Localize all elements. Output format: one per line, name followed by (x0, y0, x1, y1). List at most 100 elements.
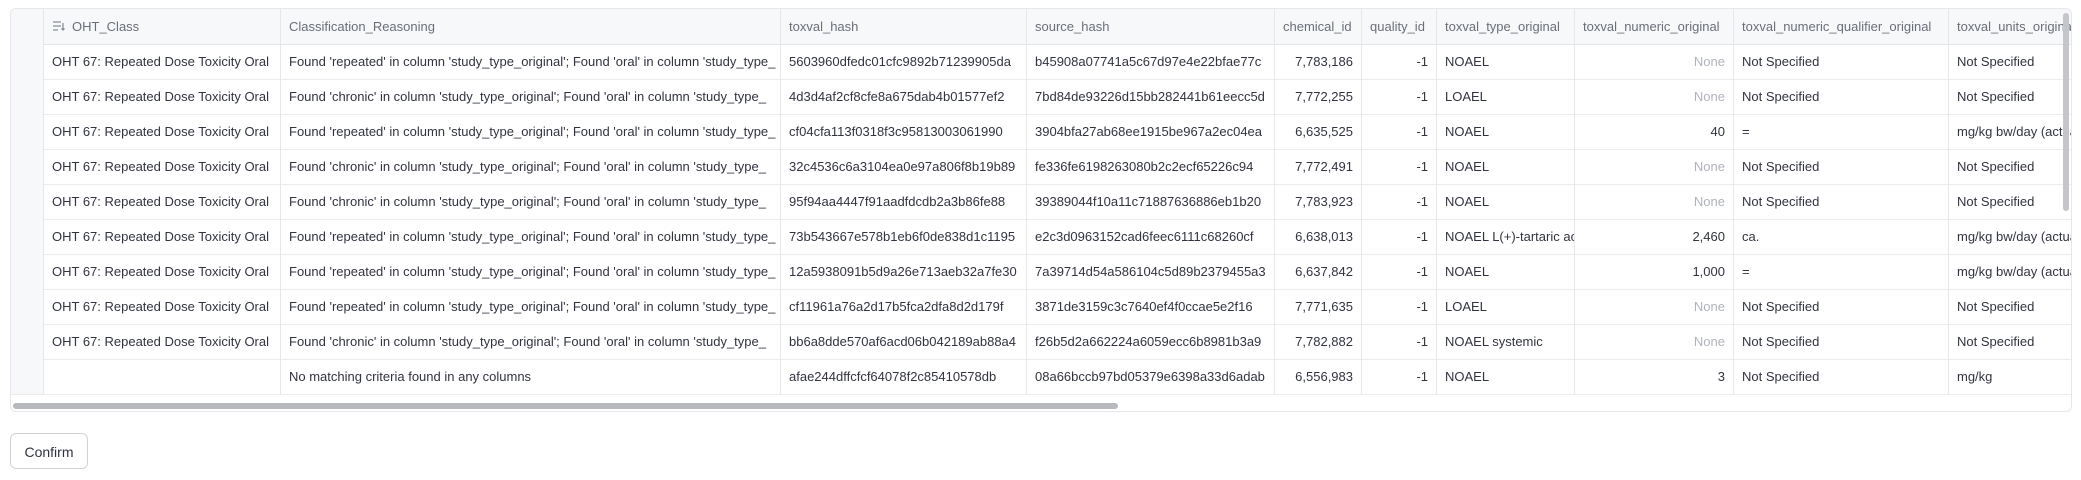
cell-chemical-id[interactable]: 7,782,882 (1275, 324, 1362, 359)
cell-toxval-hash[interactable]: 32c4536c6a3104ea0e97a806f8b19b89 (781, 149, 1027, 184)
cell-source-hash[interactable]: fe336fe6198263080b2c2ecf65226c94 (1027, 149, 1275, 184)
cell-toxval-type-original[interactable]: LOAEL (1437, 79, 1575, 114)
cell-quality-id[interactable]: -1 (1362, 114, 1437, 149)
cell-toxval-numeric-qualifier-original[interactable]: Not Specified (1734, 184, 1949, 219)
column-header-toxval-numeric-qualifier-original[interactable]: toxval_numeric_qualifier_original (1734, 9, 1949, 44)
cell-toxval-hash[interactable]: cf11961a76a2d17b5fca2dfa8d2d179f (781, 289, 1027, 324)
cell-quality-id[interactable]: -1 (1362, 184, 1437, 219)
row-index-cell[interactable] (11, 79, 44, 114)
cell-toxval-hash[interactable]: afae244dffcfcf64078f2c85410578db (781, 359, 1027, 394)
cell-toxval-type-original[interactable]: NOAEL (1437, 359, 1575, 394)
table-row[interactable]: OHT 67: Repeated Dose Toxicity Oral Found… (11, 79, 2071, 115)
cell-toxval-numeric-qualifier-original[interactable]: Not Specified (1734, 289, 1949, 324)
cell-classification-reasoning[interactable]: Found 'repeated' in column 'study_type_o… (281, 219, 781, 254)
cell-toxval-hash[interactable]: 5603960dfedc01cfc9892b71239905da (781, 44, 1027, 79)
cell-toxval-numeric-qualifier-original[interactable]: Not Specified (1734, 79, 1949, 114)
horizontal-scrollbar[interactable] (13, 403, 1118, 409)
cell-oht-class[interactable]: OHT 67: Repeated Dose Toxicity Oral (44, 254, 281, 289)
column-header-classification-reasoning[interactable]: Classification_Reasoning (281, 9, 781, 44)
cell-toxval-numeric-original[interactable]: None (1575, 79, 1734, 114)
column-header-source-hash[interactable]: source_hash (1027, 9, 1275, 44)
cell-quality-id[interactable]: -1 (1362, 79, 1437, 114)
cell-chemical-id[interactable]: 6,637,842 (1275, 254, 1362, 289)
cell-classification-reasoning[interactable]: No matching criteria found in any column… (281, 359, 781, 394)
cell-classification-reasoning[interactable]: Found 'chronic' in column 'study_type_or… (281, 324, 781, 359)
cell-quality-id[interactable]: -1 (1362, 289, 1437, 324)
cell-classification-reasoning[interactable]: Found 'repeated' in column 'study_type_o… (281, 289, 781, 324)
cell-classification-reasoning[interactable]: Found 'chronic' in column 'study_type_or… (281, 184, 781, 219)
row-index-cell[interactable] (11, 219, 44, 254)
cell-toxval-numeric-qualifier-original[interactable]: = (1734, 254, 1949, 289)
cell-chemical-id[interactable]: 7,771,635 (1275, 289, 1362, 324)
row-index-cell[interactable] (11, 254, 44, 289)
cell-chemical-id[interactable]: 7,783,923 (1275, 184, 1362, 219)
cell-toxval-type-original[interactable]: NOAEL (1437, 149, 1575, 184)
cell-toxval-units-original[interactable]: mg/kg (1949, 359, 2071, 394)
cell-oht-class[interactable]: OHT 67: Repeated Dose Toxicity Oral (44, 324, 281, 359)
column-header-toxval-type-original[interactable]: toxval_type_original (1437, 9, 1575, 44)
cell-toxval-numeric-original[interactable]: 1,000 (1575, 254, 1734, 289)
vertical-scrollbar[interactable] (2063, 13, 2069, 211)
cell-oht-class[interactable] (44, 359, 281, 394)
table-row[interactable]: OHT 67: Repeated Dose Toxicity Oral Found… (11, 324, 2071, 360)
cell-toxval-numeric-qualifier-original[interactable]: Not Specified (1734, 324, 1949, 359)
cell-oht-class[interactable]: OHT 67: Repeated Dose Toxicity Oral (44, 219, 281, 254)
table-row[interactable]: OHT 67: Repeated Dose Toxicity Oral Found… (11, 289, 2071, 325)
cell-toxval-numeric-original[interactable]: 40 (1575, 114, 1734, 149)
cell-toxval-numeric-original[interactable]: 2,460 (1575, 219, 1734, 254)
cell-chemical-id[interactable]: 6,556,983 (1275, 359, 1362, 394)
cell-toxval-units-original[interactable]: Not Specified (1949, 184, 2071, 219)
cell-toxval-hash[interactable]: 12a5938091b5d9a26e713aeb32a7fe30 (781, 254, 1027, 289)
column-header-toxval-units-original[interactable]: toxval_units_original (1949, 9, 2071, 44)
cell-chemical-id[interactable]: 7,772,491 (1275, 149, 1362, 184)
column-header-toxval-numeric-original[interactable]: toxval_numeric_original (1575, 9, 1734, 44)
cell-toxval-numeric-qualifier-original[interactable]: Not Specified (1734, 149, 1949, 184)
table-row[interactable]: OHT 67: Repeated Dose Toxicity Oral Found… (11, 44, 2071, 80)
table-row[interactable]: OHT 67: Repeated Dose Toxicity Oral Found… (11, 184, 2071, 220)
cell-toxval-numeric-original[interactable]: None (1575, 289, 1734, 324)
confirm-button[interactable]: Confirm (10, 433, 88, 469)
cell-toxval-numeric-qualifier-original[interactable]: = (1734, 114, 1949, 149)
cell-toxval-type-original[interactable]: NOAEL (1437, 114, 1575, 149)
cell-toxval-type-original[interactable]: NOAEL (1437, 184, 1575, 219)
column-header-chemical-id[interactable]: chemical_id (1275, 9, 1362, 44)
cell-source-hash[interactable]: e2c3d0963152cad6feec6111c68260cf (1027, 219, 1275, 254)
column-header-oht-class[interactable]: OHT_Class (44, 9, 281, 44)
cell-toxval-units-original[interactable]: Not Specified (1949, 289, 2071, 324)
cell-toxval-units-original[interactable]: mg/kg bw/day (actual (1949, 114, 2071, 149)
cell-quality-id[interactable]: -1 (1362, 149, 1437, 184)
row-index-cell[interactable] (11, 114, 44, 149)
cell-toxval-units-original[interactable]: mg/kg bw/day (actual (1949, 254, 2071, 289)
cell-oht-class[interactable]: OHT 67: Repeated Dose Toxicity Oral (44, 114, 281, 149)
cell-toxval-units-original[interactable]: Not Specified (1949, 324, 2071, 359)
cell-source-hash[interactable]: b45908a07741a5c67d97e4e22bfae77c (1027, 44, 1275, 79)
table-row[interactable]: OHT 67: Repeated Dose Toxicity Oral Found… (11, 149, 2071, 185)
cell-toxval-units-original[interactable]: mg/kg bw/day (actual (1949, 219, 2071, 254)
cell-toxval-numeric-original[interactable]: None (1575, 149, 1734, 184)
cell-oht-class[interactable]: OHT 67: Repeated Dose Toxicity Oral (44, 289, 281, 324)
cell-oht-class[interactable]: OHT 67: Repeated Dose Toxicity Oral (44, 149, 281, 184)
data-grid[interactable]: OHT_Class Classification_Reasoning toxva… (10, 8, 2072, 412)
row-index-cell[interactable] (11, 324, 44, 359)
cell-toxval-units-original[interactable]: Not Specified (1949, 44, 2071, 79)
cell-classification-reasoning[interactable]: Found 'repeated' in column 'study_type_o… (281, 114, 781, 149)
cell-toxval-numeric-qualifier-original[interactable]: Not Specified (1734, 359, 1949, 394)
cell-oht-class[interactable]: OHT 67: Repeated Dose Toxicity Oral (44, 44, 281, 79)
cell-toxval-units-original[interactable]: Not Specified (1949, 79, 2071, 114)
cell-classification-reasoning[interactable]: Found 'repeated' in column 'study_type_o… (281, 44, 781, 79)
cell-toxval-numeric-original[interactable]: None (1575, 324, 1734, 359)
cell-source-hash[interactable]: 3904bfa27ab68ee1915be967a2ec04ea (1027, 114, 1275, 149)
table-row[interactable]: OHT 67: Repeated Dose Toxicity Oral Found… (11, 114, 2071, 150)
cell-classification-reasoning[interactable]: Found 'chronic' in column 'study_type_or… (281, 149, 781, 184)
cell-chemical-id[interactable]: 6,635,525 (1275, 114, 1362, 149)
cell-toxval-numeric-qualifier-original[interactable]: ca. (1734, 219, 1949, 254)
column-header-quality-id[interactable]: quality_id (1362, 9, 1437, 44)
cell-oht-class[interactable]: OHT 67: Repeated Dose Toxicity Oral (44, 79, 281, 114)
table-row[interactable]: OHT 67: Repeated Dose Toxicity Oral Found… (11, 219, 2071, 255)
cell-quality-id[interactable]: -1 (1362, 44, 1437, 79)
cell-chemical-id[interactable]: 7,783,186 (1275, 44, 1362, 79)
cell-toxval-type-original[interactable]: NOAEL L(+)-tartaric ac (1437, 219, 1575, 254)
cell-toxval-hash[interactable]: 73b543667e578b1eb6f0de838d1c1195 (781, 219, 1027, 254)
cell-source-hash[interactable]: 08a66bccb97bd05379e6398a33d6adab (1027, 359, 1275, 394)
cell-source-hash[interactable]: 39389044f10a11c71887636886eb1b20 (1027, 184, 1275, 219)
